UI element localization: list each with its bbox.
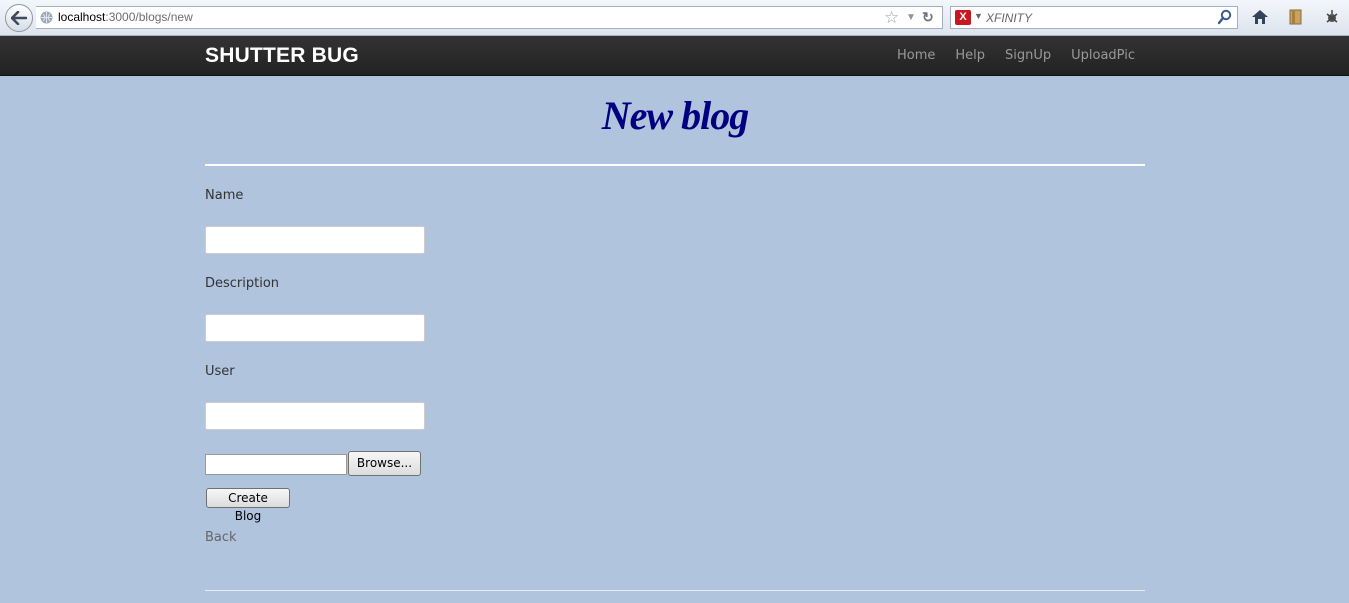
search-bar[interactable]: X ▼ XFINITY xyxy=(950,6,1238,29)
name-label: Name xyxy=(205,188,244,203)
nav-uploadpic-link[interactable]: UploadPic xyxy=(1071,48,1135,63)
back-link[interactable]: Back xyxy=(205,530,237,545)
search-engine-icon[interactable]: X xyxy=(955,10,971,25)
user-label: User xyxy=(205,364,235,379)
bookmarks-icon[interactable] xyxy=(1287,8,1305,26)
browser-toolbar: localhost:3000/blogs/new ☆ ▼ ↻ X ▼ XFINI… xyxy=(0,0,1349,36)
nav-links: Home Help SignUp UploadPic xyxy=(897,48,1135,63)
brand-logo[interactable]: SHUTTER BUG xyxy=(205,44,359,68)
create-blog-button[interactable]: Create Blog xyxy=(206,488,290,523)
search-icon[interactable] xyxy=(1217,9,1233,25)
description-input[interactable] xyxy=(205,314,425,342)
browse-button[interactable]: Browse... xyxy=(348,451,421,476)
name-input[interactable] xyxy=(205,226,425,254)
nav-signup-link[interactable]: SignUp xyxy=(1005,48,1051,63)
title-divider xyxy=(205,164,1145,166)
engine-dropdown-icon[interactable]: ▼ xyxy=(974,11,983,21)
file-path-field[interactable] xyxy=(205,454,347,475)
site-navbar: SHUTTER BUG Home Help SignUp UploadPic xyxy=(0,36,1349,76)
address-bar[interactable]: localhost:3000/blogs/new ☆ ▼ ↻ xyxy=(36,6,943,29)
history-dropdown-icon[interactable]: ▼ xyxy=(906,7,916,28)
description-label: Description xyxy=(205,276,280,291)
page-title: New blog xyxy=(601,93,749,138)
bookmark-star-icon[interactable]: ☆ xyxy=(884,8,899,27)
nav-home-link[interactable]: Home xyxy=(897,48,935,63)
nav-help-link[interactable]: Help xyxy=(955,48,985,63)
home-icon[interactable] xyxy=(1251,8,1269,26)
back-arrow-icon[interactable] xyxy=(5,4,33,32)
url-text: localhost:3000/blogs/new xyxy=(58,10,193,24)
footer-divider xyxy=(205,590,1145,591)
globe-icon xyxy=(40,11,53,24)
search-placeholder: XFINITY xyxy=(986,11,1033,25)
addon-icon[interactable] xyxy=(1323,8,1341,26)
reload-icon[interactable]: ↻ xyxy=(922,7,934,28)
user-input[interactable] xyxy=(205,402,425,430)
